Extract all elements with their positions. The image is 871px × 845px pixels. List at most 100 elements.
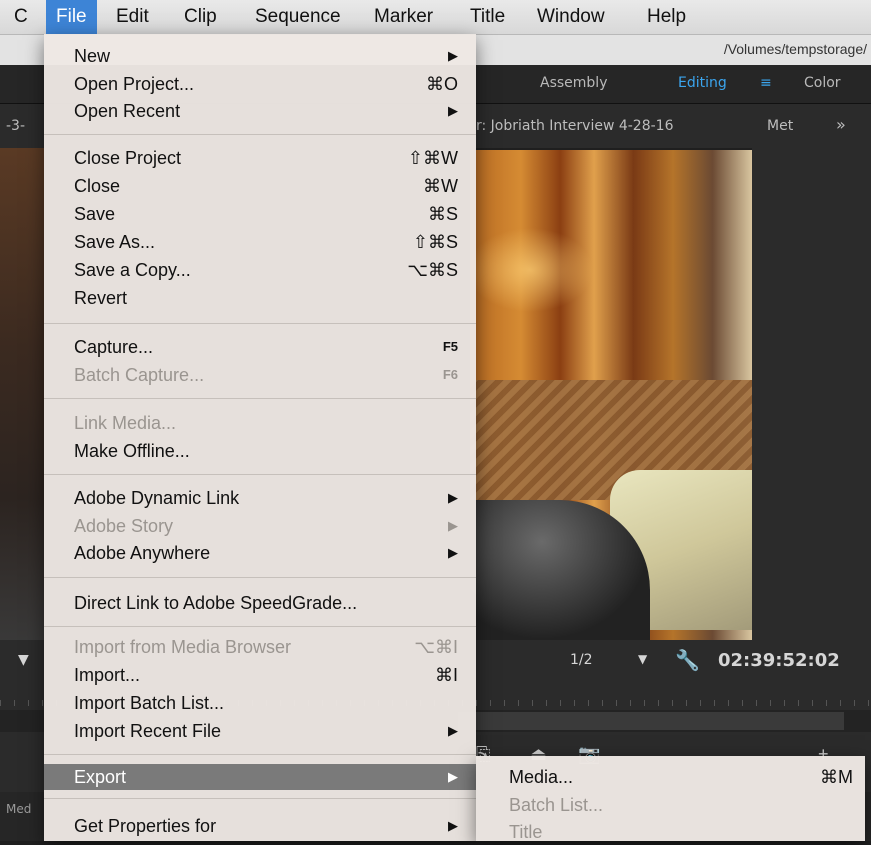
menu-item-label: Export [74,767,127,787]
menu-item-adobe-anywhere[interactable]: Adobe Anywhere ▶ [44,540,476,566]
menu-item-label: Media... [509,767,574,787]
submenu-arrow-icon: ▶ [448,490,458,505]
menu-item-shortcut: ⇧⌘S [412,232,458,252]
menu-file[interactable]: File [46,0,97,34]
menu-item-export[interactable]: Export ▶ [44,764,476,790]
menu-item-shortcut: ⌥⌘I [414,637,458,657]
chevron-down-icon[interactable]: ▼ [638,652,647,666]
menu-item-label: Adobe Story [74,516,174,536]
menu-item-label: Batch Capture... [74,365,205,385]
menu-item-open-recent[interactable]: Open Recent ▶ [44,98,476,124]
menu-title[interactable]: Title [460,0,515,34]
menu-separator [44,474,476,475]
menu-item-shortcut: ⌘O [425,74,458,94]
menu-item-label: Link Media... [74,413,177,433]
menu-item-import-recent[interactable]: Import Recent File ▶ [44,718,476,744]
menu-item-label: Revert [74,288,128,308]
menu-item-label: Close [74,176,121,196]
menu-item-dynamic-link[interactable]: Adobe Dynamic Link ▶ [44,485,476,511]
submenu-arrow-icon: ▶ [448,818,458,833]
menu-item-label: Save a Copy... [74,260,191,280]
menu-item-shortcut: ⌘M [820,767,853,787]
menu-item-speedgrade[interactable]: Direct Link to Adobe SpeedGrade... [44,590,476,616]
menu-item-save-as[interactable]: Save As... ⇧⌘S [44,229,476,255]
monitor-background [752,148,871,648]
menu-item-label: Batch List... [509,795,604,815]
menu-item-label: Save As... [74,232,156,252]
menu-item-label: Import Recent File [74,721,222,741]
menu-item-shortcut: ⌘W [423,176,458,196]
menu-item-import-media-browser: Import from Media Browser ⌥⌘I [44,634,476,660]
chevron-down-icon[interactable]: ▼ [18,652,29,668]
menu-item-label: Import... [74,665,141,685]
menu-item-get-properties[interactable]: Get Properties for ▶ [44,813,476,839]
left-panel-tab[interactable]: -3- [6,118,25,134]
workspace-assembly[interactable]: Assembly [540,75,607,91]
menu-item-label: Import from Media Browser [74,637,292,657]
metadata-tab[interactable]: Met [767,118,793,134]
menu-help[interactable]: Help [637,0,696,34]
source-monitor-preview [0,148,44,648]
export-submenu: Media... ⌘M Batch List... Title [476,756,865,842]
file-menu: New ▶ Open Project... ⌘O Open Recent ▶ C… [44,34,476,841]
menu-marker[interactable]: Marker [364,0,443,34]
menu-item-label: Open Project... [74,74,195,94]
menu-item-label: Save [74,204,116,224]
menu-item-label: Make Offline... [74,441,190,461]
menu-separator [44,577,476,578]
menu-item-close[interactable]: Close ⌘W [44,173,476,199]
menu-item-label: Title [509,822,543,842]
menu-item-label: Direct Link to Adobe SpeedGrade... [74,593,358,613]
submenu-arrow-icon: ▶ [448,48,458,63]
menu-item-new[interactable]: New ▶ [44,43,476,69]
menu-sequence[interactable]: Sequence [245,0,351,34]
workspace-color[interactable]: Color [804,75,841,91]
submenu-arrow-icon: ▶ [448,769,458,784]
project-path: /Volumes/tempstorage/ [723,41,867,57]
submenu-arrow-icon: ▶ [448,723,458,738]
more-panels-icon[interactable]: » [836,115,846,134]
submenu-item-media[interactable]: Media... ⌘M [476,764,865,790]
menu-separator [44,134,476,135]
resolution-select[interactable]: 1/2 [570,652,593,668]
menu-item-save-copy[interactable]: Save a Copy... ⌥⌘S [44,257,476,283]
scroll-thumb[interactable] [458,712,844,730]
workspace-menu-icon[interactable]: ≡ [760,75,772,91]
menu-item-batch-capture: Batch Capture... F6 [44,362,476,388]
menu-item-capture[interactable]: Capture... F5 [44,334,476,360]
wrench-icon[interactable]: 🔧 [675,648,700,672]
submenu-arrow-icon: ▶ [448,103,458,118]
menu-item-make-offline[interactable]: Make Offline... [44,438,476,464]
menu-item-open-project[interactable]: Open Project... ⌘O [44,71,476,97]
timecode-display: 02:39:52:02 [718,650,840,671]
menu-item-shortcut: ⌘S [427,204,458,224]
menu-item-import-batch-list[interactable]: Import Batch List... [44,690,476,716]
menu-item-label: Open Recent [74,101,181,121]
menu-item-link-media: Link Media... [44,410,476,436]
menu-separator [44,398,476,399]
menu-item-shortcut: F6 [442,367,458,382]
submenu-item-batch-list: Batch List... [476,792,865,818]
menu-item-label: Import Batch List... [74,693,225,713]
menu-separator [44,323,476,324]
menu-app[interactable]: C [4,0,38,34]
menu-clip[interactable]: Clip [174,0,227,34]
menu-item-label: Capture... [74,337,154,357]
media-browser-tab[interactable]: Med [6,802,31,816]
submenu-item-title: Title [476,819,865,845]
menu-item-label: Adobe Anywhere [74,543,211,563]
menu-item-close-project[interactable]: Close Project ⇧⌘W [44,145,476,171]
program-monitor-tab[interactable]: r: Jobriath Interview 4-28-16 [476,118,673,134]
menu-separator [44,626,476,627]
submenu-arrow-icon: ▶ [448,518,458,533]
menu-bar: C File Edit Clip Sequence Marker Title W… [0,0,871,35]
workspace-editing[interactable]: Editing [678,75,727,91]
menu-item-import[interactable]: Import... ⌘I [44,662,476,688]
menu-item-save[interactable]: Save ⌘S [44,201,476,227]
submenu-arrow-icon: ▶ [448,545,458,560]
menu-item-label: New [74,46,111,66]
menu-item-shortcut: F5 [442,339,458,354]
menu-window[interactable]: Window [527,0,615,34]
menu-edit[interactable]: Edit [106,0,159,34]
menu-item-revert[interactable]: Revert [44,285,476,311]
